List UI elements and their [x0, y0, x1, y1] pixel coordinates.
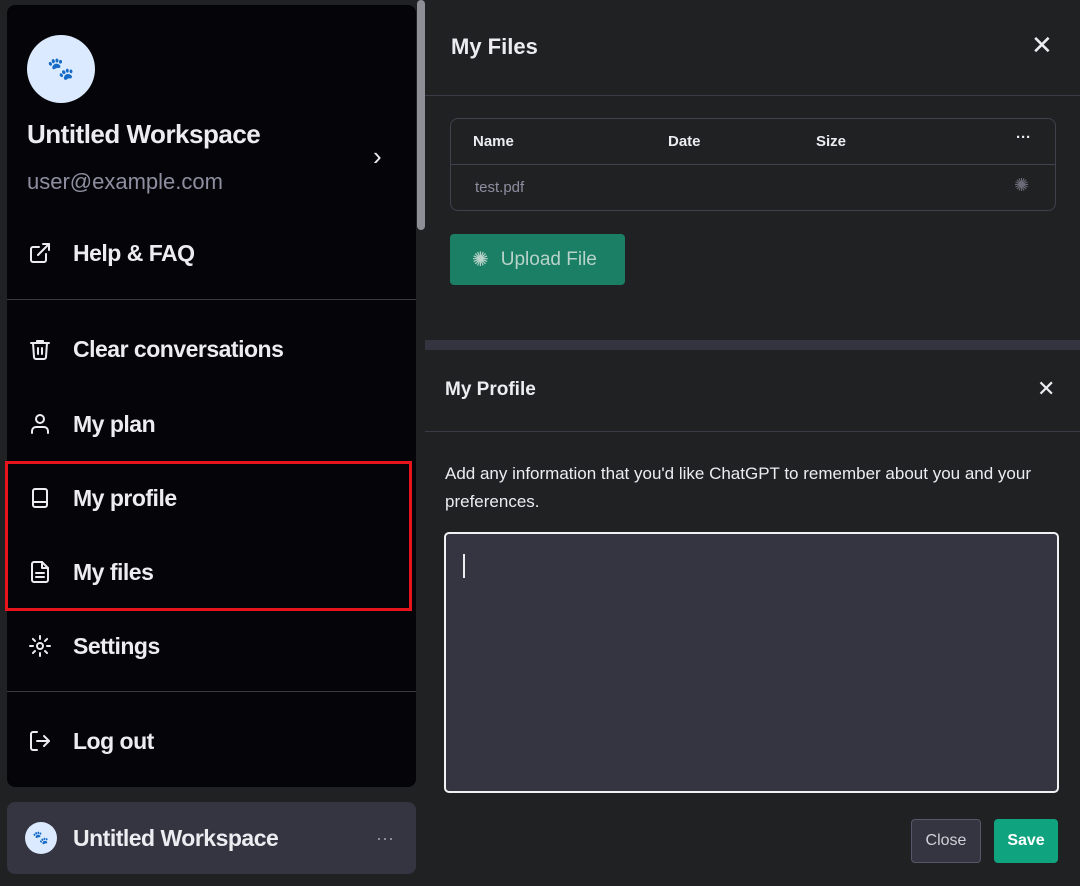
gear-icon [27, 633, 53, 659]
upload-file-button[interactable]: ✺ Upload File [450, 234, 625, 285]
user-email: user@example.com [27, 169, 223, 194]
menu-item-label: Log out [73, 727, 154, 754]
close-button[interactable]: Close [911, 819, 981, 863]
workspace-name[interactable]: Untitled Workspace [27, 119, 261, 150]
menu-item-clear-conversations[interactable]: Clear conversations [7, 319, 416, 379]
divider [425, 431, 1080, 432]
more-icon[interactable]: ··· [1016, 129, 1031, 146]
menu-item-label: Settings [73, 632, 160, 659]
column-header-date[interactable]: Date [668, 133, 701, 150]
logout-icon [27, 728, 53, 754]
more-icon[interactable]: ··· [376, 828, 394, 849]
menu-item-label: Clear conversations [73, 335, 284, 362]
menu-item-label: My plan [73, 410, 156, 437]
column-header-size[interactable]: Size [816, 133, 846, 150]
my-profile-panel: My Profile ✕ Add any information that yo… [425, 350, 1080, 886]
upload-label: Upload File [500, 248, 597, 270]
panel-title: My Files [451, 34, 538, 59]
panel-separator [425, 340, 1080, 350]
menu-item-log-out[interactable]: Log out [7, 711, 416, 771]
chevron-right-icon[interactable]: › [373, 141, 382, 172]
scrollbar[interactable] [417, 0, 425, 230]
divider [7, 299, 416, 300]
files-table: Name Date Size ··· test.pdf ✺ [450, 118, 1056, 211]
account-menu: 🐾 Untitled Workspace user@example.com › … [7, 5, 416, 787]
user-icon [27, 411, 53, 437]
profile-textarea[interactable] [444, 532, 1059, 793]
close-icon[interactable]: ✕ [1031, 30, 1053, 61]
panel-title: My Profile [445, 379, 536, 400]
menu-item-my-plan[interactable]: My plan [7, 394, 416, 454]
spinner-icon: ✺ [1014, 175, 1030, 195]
workspace-avatar: 🐾 [27, 35, 95, 103]
workspace-button-label: Untitled Workspace [73, 824, 279, 851]
column-header-name[interactable]: Name [473, 133, 514, 150]
divider [425, 95, 1080, 96]
external-link-icon [27, 240, 53, 266]
profile-description: Add any information that you'd like Chat… [445, 464, 1031, 511]
text-cursor [463, 554, 465, 578]
file-name[interactable]: test.pdf [475, 179, 524, 196]
trash-icon [27, 336, 53, 362]
menu-item-label: Help & FAQ [73, 239, 195, 266]
paw-icon: 🐾 [47, 56, 75, 81]
spinner-icon: ✺ [472, 249, 489, 271]
workspace-button[interactable]: 🐾 Untitled Workspace ··· [7, 802, 416, 874]
save-button[interactable]: Save [994, 819, 1058, 863]
close-icon[interactable]: ✕ [1037, 376, 1055, 402]
menu-item-help-faq[interactable]: Help & FAQ [7, 223, 416, 283]
highlight-box [5, 461, 412, 611]
menu-item-settings[interactable]: Settings [7, 616, 416, 676]
divider [7, 691, 416, 692]
my-files-panel: My Files ✕ Name Date Size ··· test.pdf ✺… [425, 0, 1080, 340]
row-divider [451, 164, 1055, 165]
paw-icon: 🐾 [25, 822, 57, 854]
